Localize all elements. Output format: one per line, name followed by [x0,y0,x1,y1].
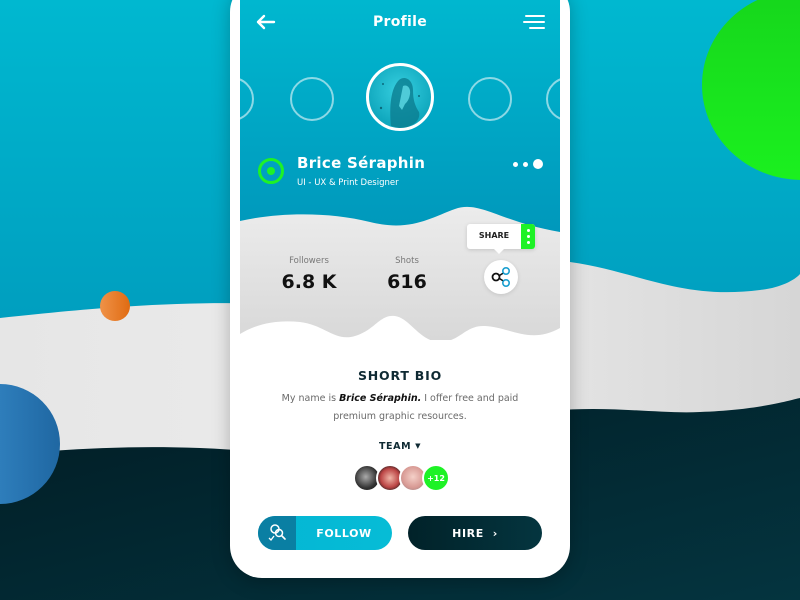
team-more-badge[interactable]: +12 [422,464,450,492]
follow-button[interactable]: FOLLOW [258,516,392,550]
carousel-avatar-slot[interactable] [546,77,560,121]
online-status-icon [258,158,284,184]
profile-avatar[interactable] [366,63,434,131]
phone-frame: Profile Brice Séraphin UI - UX & Print D… [230,0,570,578]
share-label: SHARE [478,231,510,240]
carousel-avatar-slot[interactable] [290,77,334,121]
decor-orange-dot [100,291,130,321]
stat-followers[interactable]: Followers 6.8 K [259,256,359,293]
pagination-dot[interactable] [513,161,518,167]
team-label: TEAM [378,441,412,452]
pagination-dot-active[interactable] [533,159,543,169]
stat-label: Followers [289,256,329,266]
page-title: Profile [372,14,428,30]
stat-label: Shots [395,256,419,266]
avatar-portrait-icon [379,78,420,128]
stat-shots[interactable]: Shots 616 [357,256,457,293]
bio-heading: SHORT BIO [357,368,443,383]
carousel-pagination [513,158,543,170]
user-role: UI - UX & Print Designer [297,178,399,188]
user-info: Brice Séraphin UI - UX & Print Designer [240,152,560,196]
avatar-carousel[interactable] [240,63,560,135]
user-name: Brice Séraphin [297,154,426,172]
follow-label: FOLLOW [316,527,372,540]
carousel-avatar-slot[interactable] [468,77,512,121]
team-members: +12 [353,464,450,492]
share-icon [491,267,510,287]
profile-screen: Profile Brice Séraphin UI - UX & Print D… [240,0,560,570]
top-bar: Profile [240,0,560,46]
follow-user-icon [258,516,296,550]
pagination-dot[interactable] [523,161,528,167]
hamburger-menu-icon [523,15,545,29]
bio-name: Brice Séraphin. [339,393,422,404]
hire-button[interactable]: HIRE › [408,516,542,550]
kebab-icon[interactable] [521,224,535,249]
share-button[interactable] [484,260,518,294]
caret-down-icon: ▼ [415,442,422,450]
bio-text: My name is Brice Séraphin. I offer free … [280,390,520,426]
chevron-right-icon: › [492,527,498,540]
bio-prefix: My name is [281,393,340,404]
hire-label-wrap: HIRE › [408,527,542,540]
stat-value: 616 [387,271,427,293]
carousel-avatar-slot[interactable] [240,77,254,121]
team-dropdown[interactable]: TEAM ▼ [240,441,560,452]
menu-button[interactable] [522,12,546,32]
hire-label: HIRE [452,527,484,540]
share-tooltip[interactable]: SHARE [467,224,535,254]
stat-value: 6.8 K [281,271,337,293]
